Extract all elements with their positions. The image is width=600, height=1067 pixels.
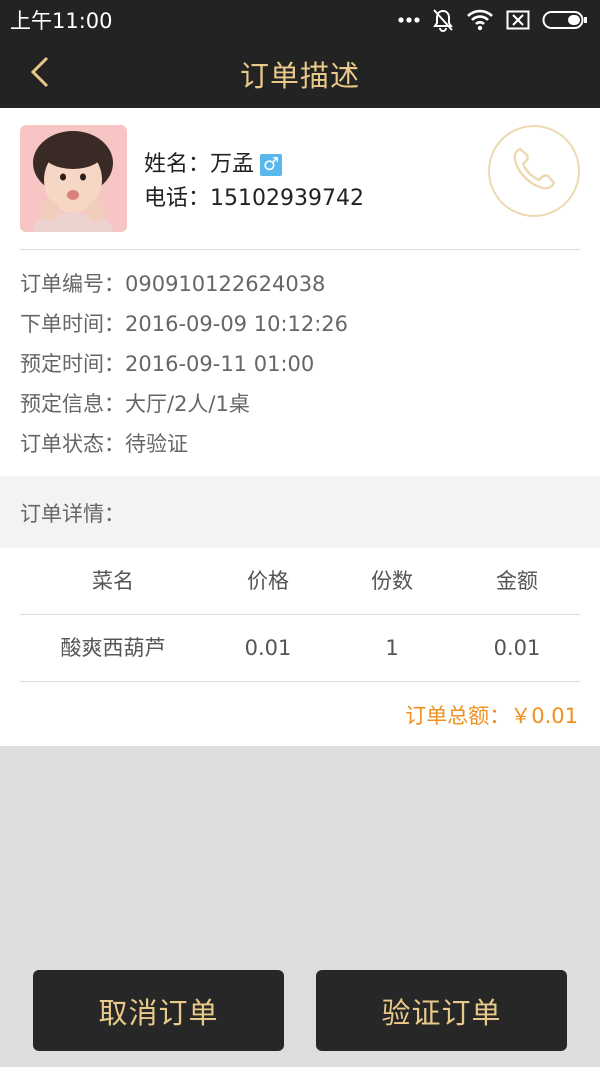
column-header-dish: 菜名 (92, 569, 134, 593)
cancel-order-button[interactable]: 取消订单 (33, 970, 284, 1051)
order-details-table: 菜名 价格 份数 金额 酸爽西葫芦 0.01 1 0.01 订单总额：￥0.01 (0, 548, 600, 746)
reserved-time-label: 预定时间： (20, 352, 125, 376)
dish-name: 酸爽西葫芦 (60, 636, 166, 660)
order-total: 订单总额：￥0.01 (405, 696, 578, 736)
order-created-row: 下单时间：2016-09-09 10:12:26 (20, 304, 348, 344)
dish-amount: 0.01 (493, 636, 541, 660)
reserved-info-label: 预定信息： (20, 392, 125, 416)
status-time: 上午11:00 (10, 9, 113, 33)
order-details-header: 订单详情： (0, 476, 600, 548)
order-info-card: 姓名： 万孟 ♂ 电话： 15102939742 订单编号：0909101226… (0, 108, 600, 476)
order-status-row: 订单状态：待验证 (20, 424, 348, 464)
customer-name-label: 姓名： (144, 152, 211, 177)
status-bar: 上午11:00 (0, 0, 600, 40)
verify-order-button[interactable]: 验证订单 (316, 970, 567, 1051)
order-total-value: ￥0.01 (510, 704, 578, 728)
phone-icon (506, 141, 562, 201)
order-number-label: 订单编号： (20, 272, 125, 296)
chevron-left-icon (29, 55, 51, 93)
order-total-label: 订单总额： (405, 704, 511, 728)
column-header-amount: 金额 (496, 569, 538, 593)
reserved-time-row: 预定时间：2016-09-11 01:00 (20, 344, 348, 384)
page-title: 订单描述 (239, 59, 360, 93)
dish-quantity: 1 (385, 636, 399, 660)
title-bar: 订单描述 (0, 40, 600, 108)
order-info-list: 订单编号：090910122624038 下单时间：2016-09-09 10:… (20, 264, 348, 464)
divider (20, 249, 580, 250)
call-button[interactable] (488, 125, 580, 217)
customer-name-line: 姓名： 万孟 ♂ (144, 148, 364, 182)
order-created-label: 下单时间： (20, 312, 125, 336)
customer-phone-label: 电话： (144, 186, 211, 211)
customer-name: 万孟 (210, 152, 255, 177)
reserved-info: 大厅/2人/1桌 (125, 392, 250, 416)
status-icons (398, 8, 588, 32)
table-row: 酸爽西葫芦 0.01 1 0.01 (0, 615, 600, 681)
battery-icon (542, 10, 588, 30)
customer-profile: 姓名： 万孟 ♂ 电话： 15102939742 (144, 148, 364, 216)
customer-phone: 15102939742 (210, 186, 364, 211)
back-button[interactable] (20, 52, 60, 96)
dish-price: 0.01 (244, 636, 292, 660)
sim-off-icon (506, 10, 530, 30)
column-header-quantity: 份数 (371, 569, 413, 593)
table-header-row: 菜名 价格 份数 金额 (0, 548, 600, 614)
order-status-label: 订单状态： (20, 432, 125, 456)
customer-phone-line: 电话： 15102939742 (144, 182, 364, 216)
divider (20, 681, 580, 682)
more-dots-icon (398, 16, 420, 24)
order-created: 2016-09-09 10:12:26 (125, 312, 349, 336)
wifi-icon (466, 9, 494, 31)
reserved-time: 2016-09-11 01:00 (125, 352, 315, 376)
order-number: 090910122624038 (125, 272, 326, 296)
column-header-price: 价格 (247, 569, 289, 593)
mute-bell-icon (432, 8, 454, 32)
avatar (20, 125, 127, 232)
male-gender-icon: ♂ (260, 154, 283, 176)
order-number-row: 订单编号：090910122624038 (20, 264, 348, 304)
order-status: 待验证 (125, 432, 188, 456)
reserved-info-row: 预定信息：大厅/2人/1桌 (20, 384, 348, 424)
